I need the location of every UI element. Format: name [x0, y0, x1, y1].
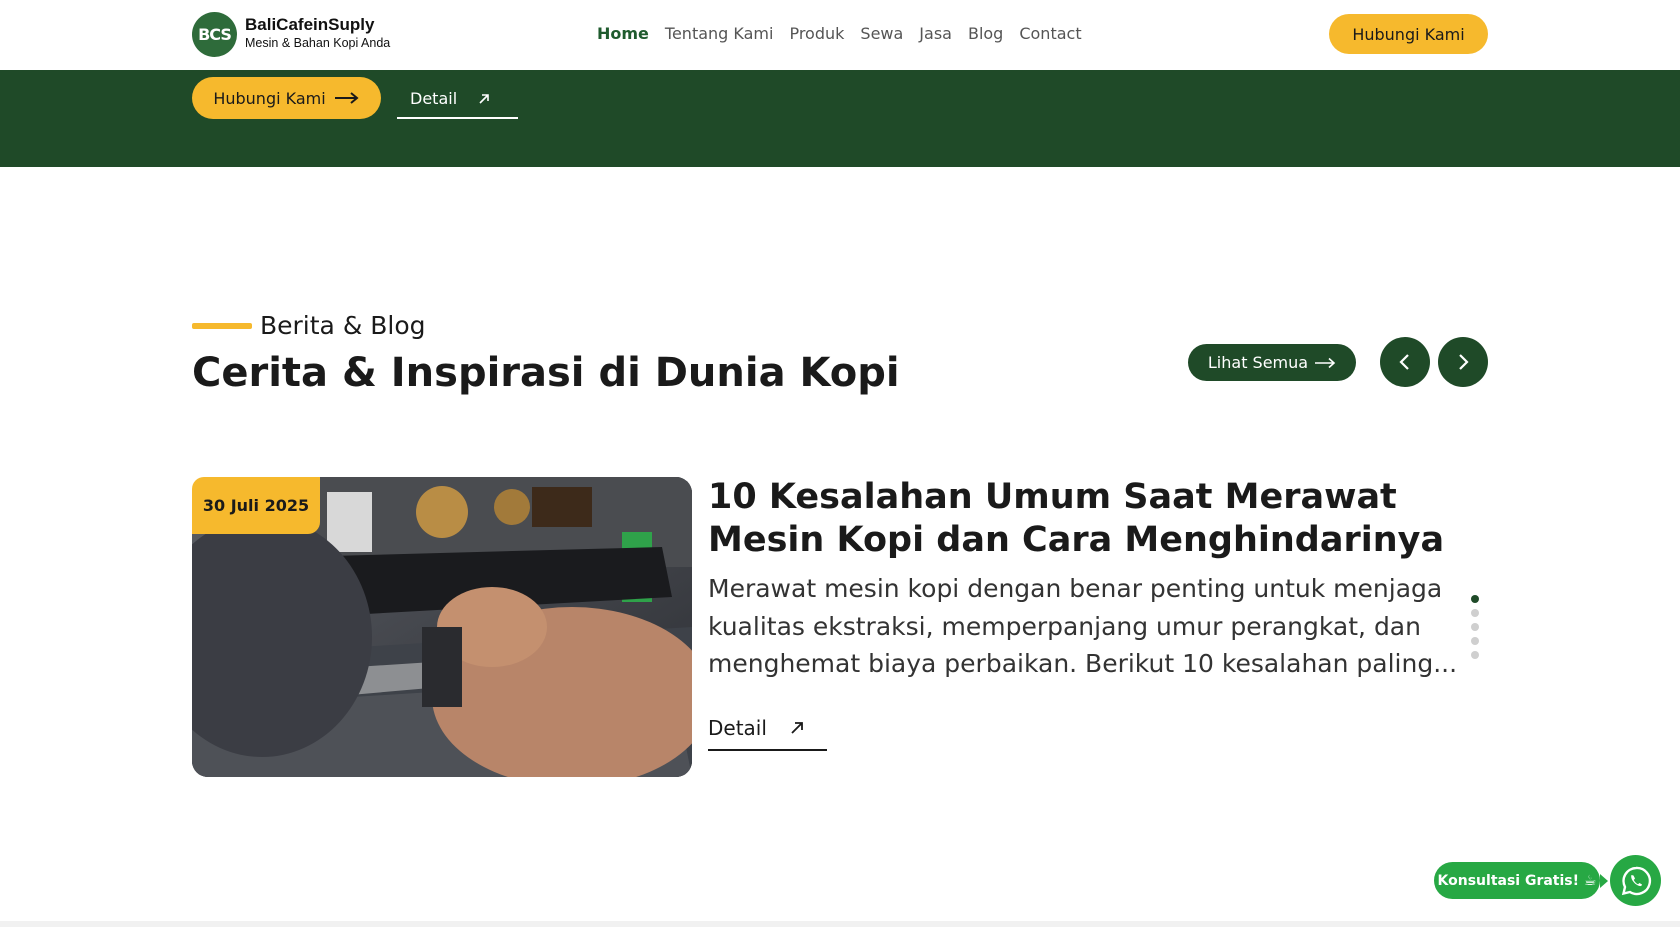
footer-divider	[0, 921, 1680, 927]
post-title[interactable]: 10 Kesalahan Umum Saat Merawat Mesin Kop…	[708, 476, 1478, 562]
nav-item-produk[interactable]: Produk	[789, 22, 844, 46]
header-contact-button[interactable]: Hubungi Kami	[1329, 14, 1488, 54]
whatsapp-icon	[1621, 866, 1651, 895]
arrow-right-icon	[334, 92, 359, 104]
brand-logo[interactable]: BCS	[192, 12, 237, 57]
brand-tagline: Mesin & Bahan Kopi Anda	[245, 36, 391, 50]
carousel-dot[interactable]	[1471, 637, 1479, 645]
hero-detail-label: Detail	[410, 89, 458, 108]
hero-contact-button[interactable]: Hubungi Kami	[192, 77, 381, 119]
nav-item-contact[interactable]: Contact	[1019, 22, 1081, 46]
carousel-dot[interactable]	[1471, 609, 1479, 617]
chevron-left-icon	[1399, 354, 1409, 370]
post-date-badge: 30 Juli 2025	[192, 477, 320, 534]
hero-contact-label: Hubungi Kami	[213, 88, 326, 108]
nav-item-sewa[interactable]: Sewa	[860, 22, 903, 46]
nav-item-blog[interactable]: Blog	[968, 22, 1003, 46]
carousel-dot[interactable]	[1471, 595, 1479, 603]
eyebrow-accent-bar	[192, 323, 252, 329]
nav-item-home[interactable]: Home	[597, 22, 649, 46]
whatsapp-consult-label[interactable]: Konsultasi Gratis! ☕	[1434, 862, 1608, 899]
hero-detail-link[interactable]: Detail	[397, 80, 518, 119]
nav-item-tentang-kami[interactable]: Tentang Kami	[665, 22, 774, 46]
see-all-label: Lihat Semua	[1207, 353, 1309, 372]
arrow-right-icon	[1315, 357, 1336, 368]
carousel-dot[interactable]	[1471, 651, 1479, 659]
post-excerpt: Merawat mesin kopi dengan benar penting …	[708, 574, 1458, 678]
post-detail-link[interactable]: Detail	[708, 706, 827, 751]
site-header: BCS BaliCafeinSuply Mesin & Bahan Kopi A…	[0, 0, 1680, 70]
carousel-pagination	[1471, 595, 1479, 659]
brand-block[interactable]: BaliCafeinSuply Mesin & Bahan Kopi Anda	[245, 15, 390, 51]
post-detail-label: Detail	[708, 715, 767, 740]
whatsapp-button[interactable]	[1610, 855, 1661, 906]
carousel-next-button[interactable]	[1438, 337, 1488, 387]
logo-text: BCS	[198, 25, 232, 44]
brand-name: BaliCafeinSuply	[245, 15, 375, 34]
see-all-button[interactable]: Lihat Semua	[1188, 344, 1356, 381]
section-eyebrow: Berita & Blog	[260, 311, 426, 340]
chevron-right-icon	[1459, 354, 1469, 370]
arrow-up-right-icon	[791, 721, 803, 734]
main-nav: Home Tentang Kami Produk Sewa Jasa Blog …	[597, 22, 1082, 46]
nav-item-jasa[interactable]: Jasa	[919, 22, 952, 46]
section-title: Cerita & Inspirasi di Dunia Kopi	[192, 350, 900, 396]
arrow-up-right-icon	[479, 93, 489, 104]
carousel-prev-button[interactable]	[1380, 337, 1430, 387]
carousel-dot[interactable]	[1471, 623, 1479, 631]
